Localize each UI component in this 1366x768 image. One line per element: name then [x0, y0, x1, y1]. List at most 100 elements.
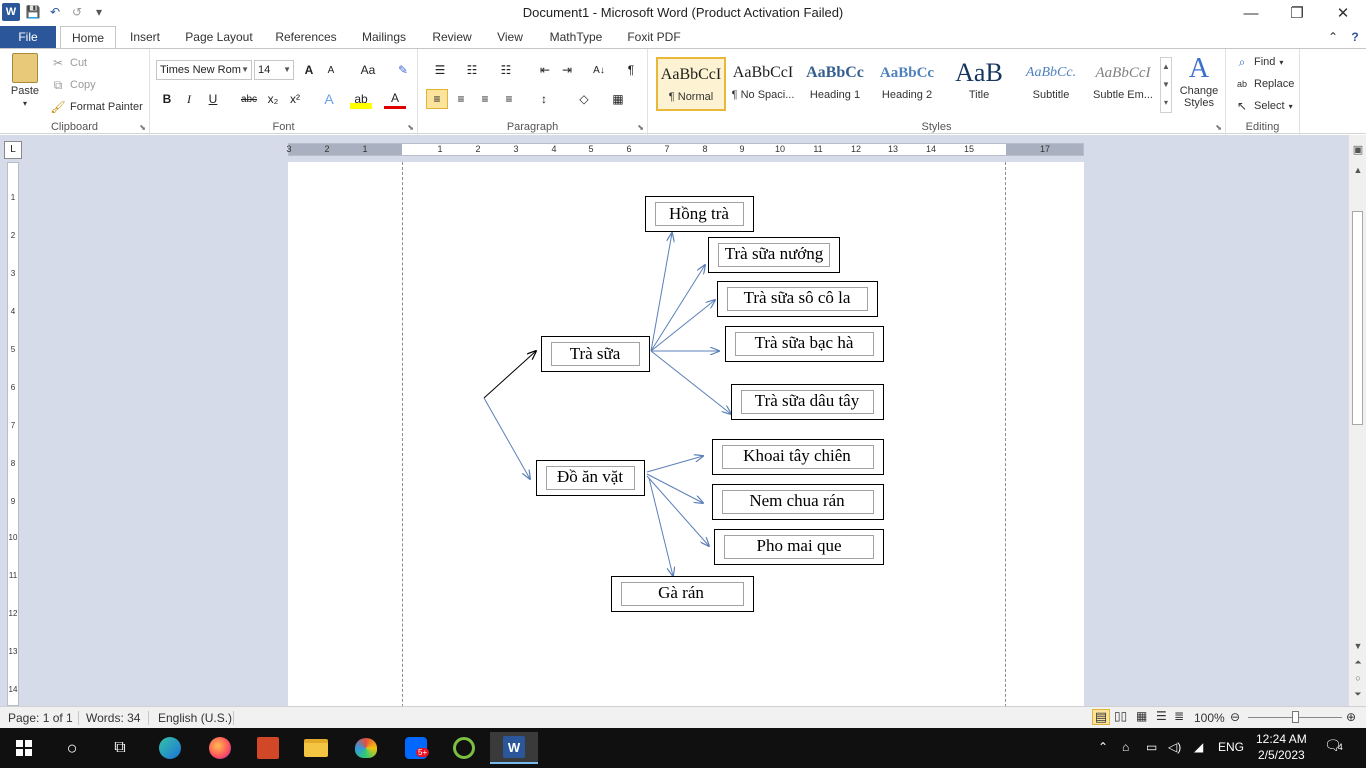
style-heading-2[interactable]: AaBbCc Heading 2 — [872, 57, 942, 111]
language-indicator[interactable]: English (U.S.) — [158, 711, 232, 725]
format-painter-button[interactable]: 🖌 Format Painter — [50, 99, 142, 115]
subscript-button[interactable]: x₂ — [262, 89, 284, 109]
node-hong-tra[interactable]: Hồng trà — [645, 196, 754, 232]
search-icon[interactable]: ○ — [48, 732, 96, 764]
task-view-icon[interactable]: ⧉ — [96, 732, 144, 764]
start-button[interactable] — [0, 732, 48, 764]
paragraph-launcher-icon[interactable]: ⬊ — [637, 123, 644, 132]
file-explorer-icon[interactable] — [292, 732, 340, 764]
tab-insert[interactable]: Insert — [122, 26, 168, 48]
firefox-icon[interactable] — [196, 732, 244, 764]
zoom-in-icon[interactable]: ⊕ — [1346, 710, 1356, 724]
tab-references[interactable]: References — [270, 26, 342, 48]
tab-mathtype[interactable]: MathType — [542, 26, 610, 48]
clear-formatting-button[interactable]: ✎ — [392, 60, 414, 80]
edge-icon[interactable] — [146, 732, 194, 764]
show-formatting-button[interactable]: ¶ — [620, 60, 642, 80]
multilevel-list-button[interactable]: ☷ — [492, 60, 520, 80]
node-do-an-vat[interactable]: Đồ ăn vặt — [536, 460, 645, 496]
zoom-level[interactable]: 100% — [1194, 711, 1225, 725]
decrease-indent-button[interactable]: ⇤ — [534, 60, 556, 80]
paint-icon[interactable] — [342, 732, 390, 764]
node-pho-mai-que[interactable]: Pho mai que — [714, 529, 884, 565]
shrink-font-button[interactable]: A — [320, 60, 342, 80]
node-tra-sua-nuong[interactable]: Trà sữa nướng — [708, 237, 840, 273]
cut-button[interactable]: ✂ Cut — [50, 55, 87, 71]
change-case-button[interactable]: Aa — [354, 60, 382, 80]
font-color-button[interactable]: A — [384, 89, 406, 109]
align-left-button[interactable]: ≡ — [426, 89, 448, 109]
word-count[interactable]: Words: 34 — [86, 711, 140, 725]
styles-launcher-icon[interactable]: ⬊ — [1215, 123, 1222, 132]
outline-icon[interactable]: ☰ — [1156, 709, 1167, 723]
superscript-button[interactable]: x² — [284, 89, 306, 109]
node-tra-sua[interactable]: Trà sữa — [541, 336, 650, 372]
grow-font-button[interactable]: A — [298, 60, 320, 80]
select-button[interactable]: ↖ Select ▾ — [1234, 98, 1293, 114]
node-tra-sua-socola[interactable]: Trà sữa sô cô la — [717, 281, 878, 317]
bold-button[interactable]: B — [156, 89, 178, 109]
previous-page-icon[interactable]: ⏶ — [1349, 657, 1366, 668]
font-size-combo[interactable]: 14 ▼ — [254, 60, 294, 80]
vertical-ruler[interactable]: 1 2 3 4 5 6 7 8 9 10 11 12 13 14 — [7, 162, 19, 706]
style-normal[interactable]: AaBbCcI ¶ Normal — [656, 57, 726, 111]
bullets-button[interactable]: ☰ — [426, 60, 454, 80]
volume-icon[interactable]: ◁) — [1168, 740, 1181, 754]
tab-page-layout[interactable]: Page Layout — [180, 26, 258, 48]
next-page-icon[interactable]: ⏷ — [1349, 689, 1366, 700]
sort-button[interactable]: A↓ — [588, 60, 610, 80]
justify-button[interactable]: ≡ — [498, 89, 520, 109]
center-button[interactable]: ≡ — [450, 89, 472, 109]
show-hidden-icons[interactable]: ⌃ — [1098, 740, 1108, 754]
font-launcher-icon[interactable]: ⬊ — [407, 123, 414, 132]
help-icon[interactable]: ? — [1346, 26, 1364, 48]
scrollbar-thumb[interactable] — [1352, 211, 1363, 425]
style-no-spacing[interactable]: AaBbCcI ¶ No Spaci... — [728, 57, 798, 111]
minimize-button[interactable]: — — [1228, 0, 1274, 26]
page-count[interactable]: Page: 1 of 1 — [8, 711, 73, 725]
powerpoint-icon[interactable] — [244, 732, 292, 764]
touchpad-icon[interactable]: ⌂ — [1122, 740, 1129, 754]
clipboard-launcher-icon[interactable]: ⬊ — [139, 123, 146, 132]
numbering-button[interactable]: ☷ — [458, 60, 486, 80]
change-styles-button[interactable]: A Change Styles — [1176, 53, 1222, 109]
horizontal-ruler[interactable]: 3 2 1 1 2 3 4 5 6 7 8 9 10 11 12 13 14 1… — [286, 143, 1084, 156]
close-button[interactable]: ✕ — [1320, 0, 1366, 26]
font-name-combo[interactable]: Times New Rom ▼ — [156, 60, 252, 80]
copy-button[interactable]: ⧉ Copy — [50, 77, 96, 93]
select-browse-object-icon[interactable]: ○ — [1349, 673, 1366, 683]
ruler-toggle-icon[interactable]: ▣ — [1349, 143, 1366, 156]
style-heading-1[interactable]: AaBbCc Heading 1 — [800, 57, 870, 111]
styles-scroll-icon[interactable]: ▲ ▼ ▾ — [1160, 57, 1172, 113]
coccoc-icon[interactable] — [440, 732, 488, 764]
word-taskbar-icon[interactable]: W — [490, 732, 538, 764]
shading-button[interactable]: ◇ — [570, 89, 598, 109]
network-icon[interactable]: ◢ — [1194, 740, 1203, 754]
document-page[interactable]: Hồng trà Trà sữa nướng Trà sữa sô cô la … — [288, 162, 1084, 706]
increase-indent-button[interactable]: ⇥ — [556, 60, 578, 80]
clock[interactable]: 12:24 AM 2/5/2023 — [1256, 731, 1307, 763]
print-layout-icon[interactable]: ▤ — [1092, 709, 1110, 725]
tab-foxit-pdf[interactable]: Foxit PDF — [622, 26, 686, 48]
node-tra-sua-bac-ha[interactable]: Trà sữa bạc hà — [725, 326, 884, 362]
full-screen-reading-icon[interactable]: ▯▯ — [1114, 709, 1127, 723]
draft-icon[interactable]: ≣ — [1174, 709, 1184, 723]
notification-center-icon[interactable]: 🗨4 — [1324, 737, 1343, 754]
collapse-ribbon-icon[interactable]: ⌃ — [1324, 26, 1342, 48]
scroll-down-icon[interactable]: ▼ — [1349, 641, 1366, 651]
tab-selector-button[interactable]: L — [4, 141, 22, 159]
style-subtle-emphasis[interactable]: AaBbCcI Subtle Em... — [1088, 57, 1158, 111]
node-tra-sua-dau-tay[interactable]: Trà sữa dâu tây — [731, 384, 884, 420]
style-title[interactable]: AaB Title — [944, 57, 1014, 111]
replace-button[interactable]: ab Replace — [1234, 76, 1294, 92]
italic-button[interactable]: I — [178, 89, 200, 109]
web-layout-icon[interactable]: ▦ — [1136, 709, 1147, 723]
node-ga-ran[interactable]: Gà rán — [611, 576, 754, 612]
input-language[interactable]: ENG — [1218, 740, 1244, 754]
underline-button[interactable]: U — [202, 89, 224, 109]
tab-home[interactable]: Home — [60, 26, 116, 49]
restore-button[interactable]: ❐ — [1274, 0, 1320, 26]
align-right-button[interactable]: ≡ — [474, 89, 496, 109]
tab-review[interactable]: Review — [426, 26, 478, 48]
vertical-scrollbar[interactable]: ▣ ▲ ▼ ⏶ ○ ⏷ — [1348, 135, 1366, 706]
